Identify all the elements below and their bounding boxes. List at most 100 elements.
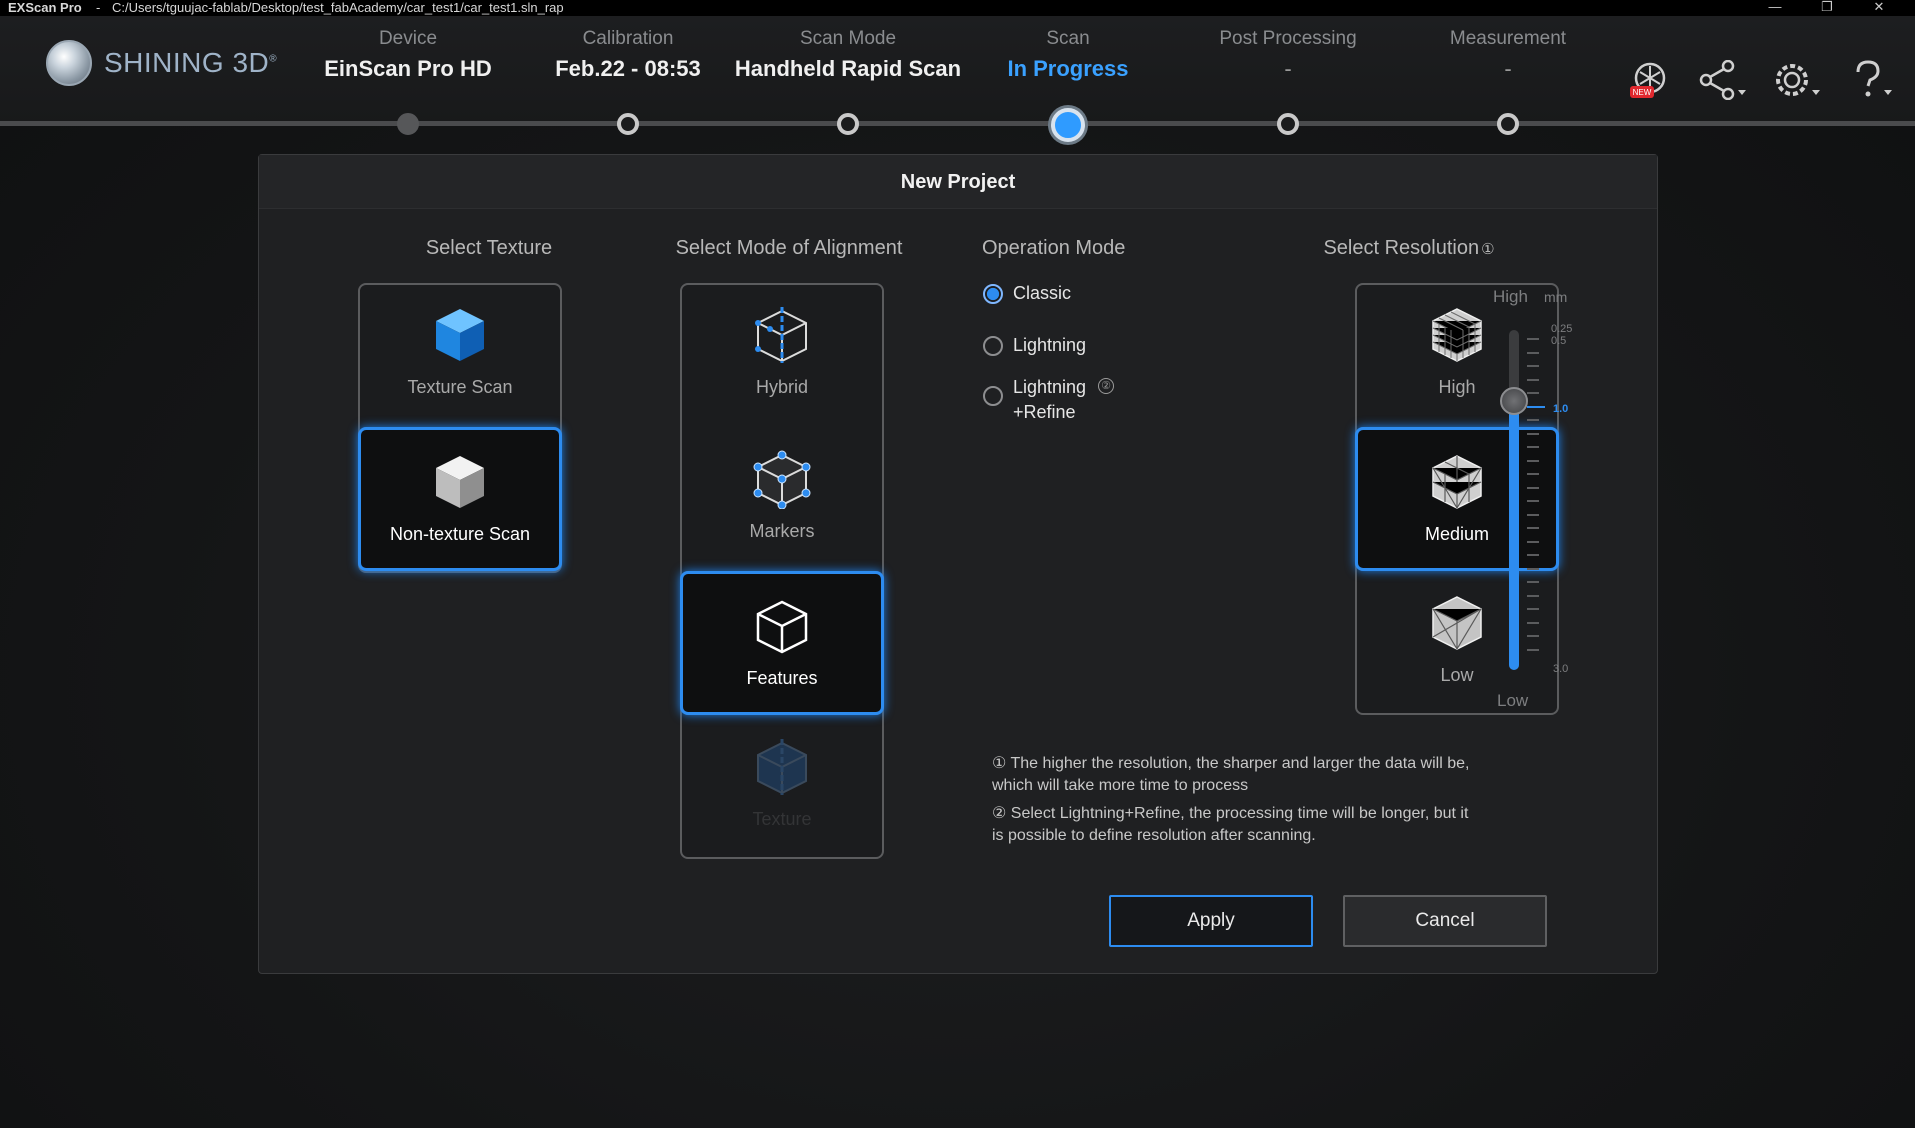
- slider-high-label: High: [1493, 287, 1528, 306]
- step-node-scan: [1051, 108, 1085, 142]
- step-measurement[interactable]: Measurement -: [1388, 28, 1628, 82]
- cancel-button[interactable]: Cancel: [1343, 895, 1547, 947]
- step-scan[interactable]: Scan In Progress: [948, 28, 1188, 82]
- lightning-radio-option[interactable]: Lightning: [983, 335, 1086, 356]
- step-label: Calibration: [582, 28, 674, 49]
- radio-label: Lightning +Refine: [1013, 377, 1087, 422]
- select-texture-title: Select Texture: [425, 237, 553, 259]
- high-mesh-cube-icon: [1355, 305, 1559, 365]
- tick-label-05: 0.5: [1551, 335, 1567, 347]
- step-value: EinScan Pro HD: [324, 56, 492, 81]
- minimize-button[interactable]: —: [1760, 0, 1790, 16]
- close-button[interactable]: ✕: [1864, 0, 1894, 16]
- app-root: EXScan Pro - C:/Users/tguujac-fablab/Des…: [0, 0, 1915, 1128]
- brand-name: SHINING 3D®: [104, 47, 278, 78]
- apply-button[interactable]: Apply: [1109, 895, 1313, 947]
- slider-tick: [1527, 581, 1539, 583]
- step-label: Post Processing: [1219, 28, 1357, 49]
- step-label: Measurement: [1449, 28, 1567, 49]
- slider-tick: [1527, 567, 1539, 570]
- slider-tick: [1527, 432, 1539, 435]
- slider-tick: [1527, 540, 1539, 543]
- slider-tick: [1527, 621, 1539, 624]
- dialog-title: New Project: [259, 155, 1657, 209]
- slider-tick: [1527, 419, 1539, 421]
- slider-tick: [1527, 392, 1539, 394]
- select-resolution-title: Select Resolution ①: [1323, 237, 1495, 259]
- step-node-post-processing: [1277, 113, 1299, 135]
- features-cube-icon: [683, 596, 881, 656]
- option-label: Low: [1440, 665, 1474, 685]
- option-label: Texture: [752, 809, 812, 829]
- tick-label-025: 0.25: [1551, 323, 1573, 335]
- step-label: Scan Mode: [799, 28, 897, 49]
- step-value: Feb.22 - 08:53: [555, 56, 701, 81]
- restore-button[interactable]: ❐: [1812, 0, 1842, 16]
- slider-tick: [1527, 473, 1539, 475]
- slider-tick: [1527, 527, 1539, 529]
- slider-tick: [1527, 338, 1539, 340]
- slider-tick: [1527, 594, 1539, 597]
- share-icon[interactable]: [1698, 59, 1750, 105]
- slider-tick: [1527, 459, 1539, 462]
- texture-panel: Texture Scan Non-texture Scan: [358, 283, 562, 573]
- slider-unit-label: mm: [1544, 289, 1568, 305]
- brand-logo: SHINING 3D®: [46, 40, 277, 86]
- select-alignment-title: Select Mode of Alignment: [675, 237, 903, 259]
- slider-tick: [1527, 446, 1539, 448]
- slider-tick: [1527, 513, 1539, 516]
- new-badge-icon[interactable]: NEW: [1628, 60, 1674, 105]
- title-separator: -: [96, 0, 101, 15]
- classic-radio[interactable]: [983, 284, 1003, 304]
- lightning-refine-info-icon[interactable]: ②: [1098, 378, 1115, 394]
- low-resolution-option[interactable]: Low: [1355, 571, 1559, 715]
- step-node-measurement: [1497, 113, 1519, 135]
- new-badge-text: NEW: [1633, 88, 1652, 97]
- option-label: Markers: [749, 521, 815, 541]
- project-path: C:/Users/tguujac-fablab/Desktop/test_fab…: [112, 0, 564, 15]
- classic-radio-option[interactable]: Classic: [983, 283, 1071, 304]
- resolution-note: ① The higher the resolution, the sharper…: [992, 755, 1470, 794]
- step-value: -: [1504, 56, 1512, 81]
- slider-tick: [1527, 351, 1539, 354]
- blue-cube-icon: [358, 305, 562, 365]
- lightning-radio[interactable]: [983, 336, 1003, 356]
- operation-mode-title: Operation Mode: [982, 237, 1126, 259]
- step-device[interactable]: Device EinScan Pro HD: [288, 28, 528, 82]
- features-option[interactable]: Features: [680, 571, 884, 715]
- slider-tick: [1527, 486, 1539, 489]
- tick-label-current: 1.0: [1553, 403, 1569, 415]
- option-label: Texture Scan: [407, 377, 513, 397]
- help-icon[interactable]: [1846, 60, 1898, 105]
- slider-tick: [1527, 365, 1539, 367]
- step-label: Device: [378, 28, 438, 49]
- resolution-slider-track[interactable]: [1509, 330, 1519, 670]
- texture-cube-icon: [680, 737, 884, 797]
- option-label: Features: [746, 668, 818, 688]
- workflow-progress-line: [0, 121, 1915, 126]
- medium-resolution-option[interactable]: Medium: [1355, 427, 1559, 571]
- markers-option[interactable]: Markers: [680, 427, 884, 571]
- step-post-processing[interactable]: Post Processing -: [1168, 28, 1408, 82]
- non-texture-scan-option[interactable]: Non-texture Scan: [358, 427, 562, 571]
- lightning-refine-radio-option[interactable]: Lightning +Refine ②: [983, 375, 1115, 425]
- hybrid-option[interactable]: Hybrid: [680, 283, 884, 427]
- texture-scan-option[interactable]: Texture Scan: [358, 283, 562, 427]
- alignment-panel: Hybrid Markers Features Texture: [680, 283, 884, 859]
- option-label: Non-texture Scan: [389, 524, 531, 544]
- new-project-dialog: New Project Select Texture Texture Scan …: [258, 154, 1658, 974]
- tick-label-30: 3.0: [1553, 663, 1569, 675]
- gear-icon[interactable]: [1772, 60, 1824, 105]
- hybrid-cube-icon: [680, 305, 884, 365]
- slider-tick: [1527, 378, 1539, 381]
- step-value: Handheld Rapid Scan: [734, 56, 962, 81]
- workflow-header: SHINING 3D® Device EinScan Pro HD Calibr…: [0, 16, 1915, 142]
- step-label: Scan: [1046, 28, 1090, 49]
- step-node-device: [397, 113, 419, 135]
- lightning-refine-radio[interactable]: [983, 386, 1003, 406]
- slider-tick: [1527, 608, 1539, 610]
- step-scan-mode[interactable]: Scan Mode Handheld Rapid Scan: [728, 28, 968, 82]
- lightning-refine-note: ② Select Lightning+Refine, the processin…: [992, 805, 1469, 844]
- step-node-calibration: [617, 113, 639, 135]
- step-calibration[interactable]: Calibration Feb.22 - 08:53: [508, 28, 748, 82]
